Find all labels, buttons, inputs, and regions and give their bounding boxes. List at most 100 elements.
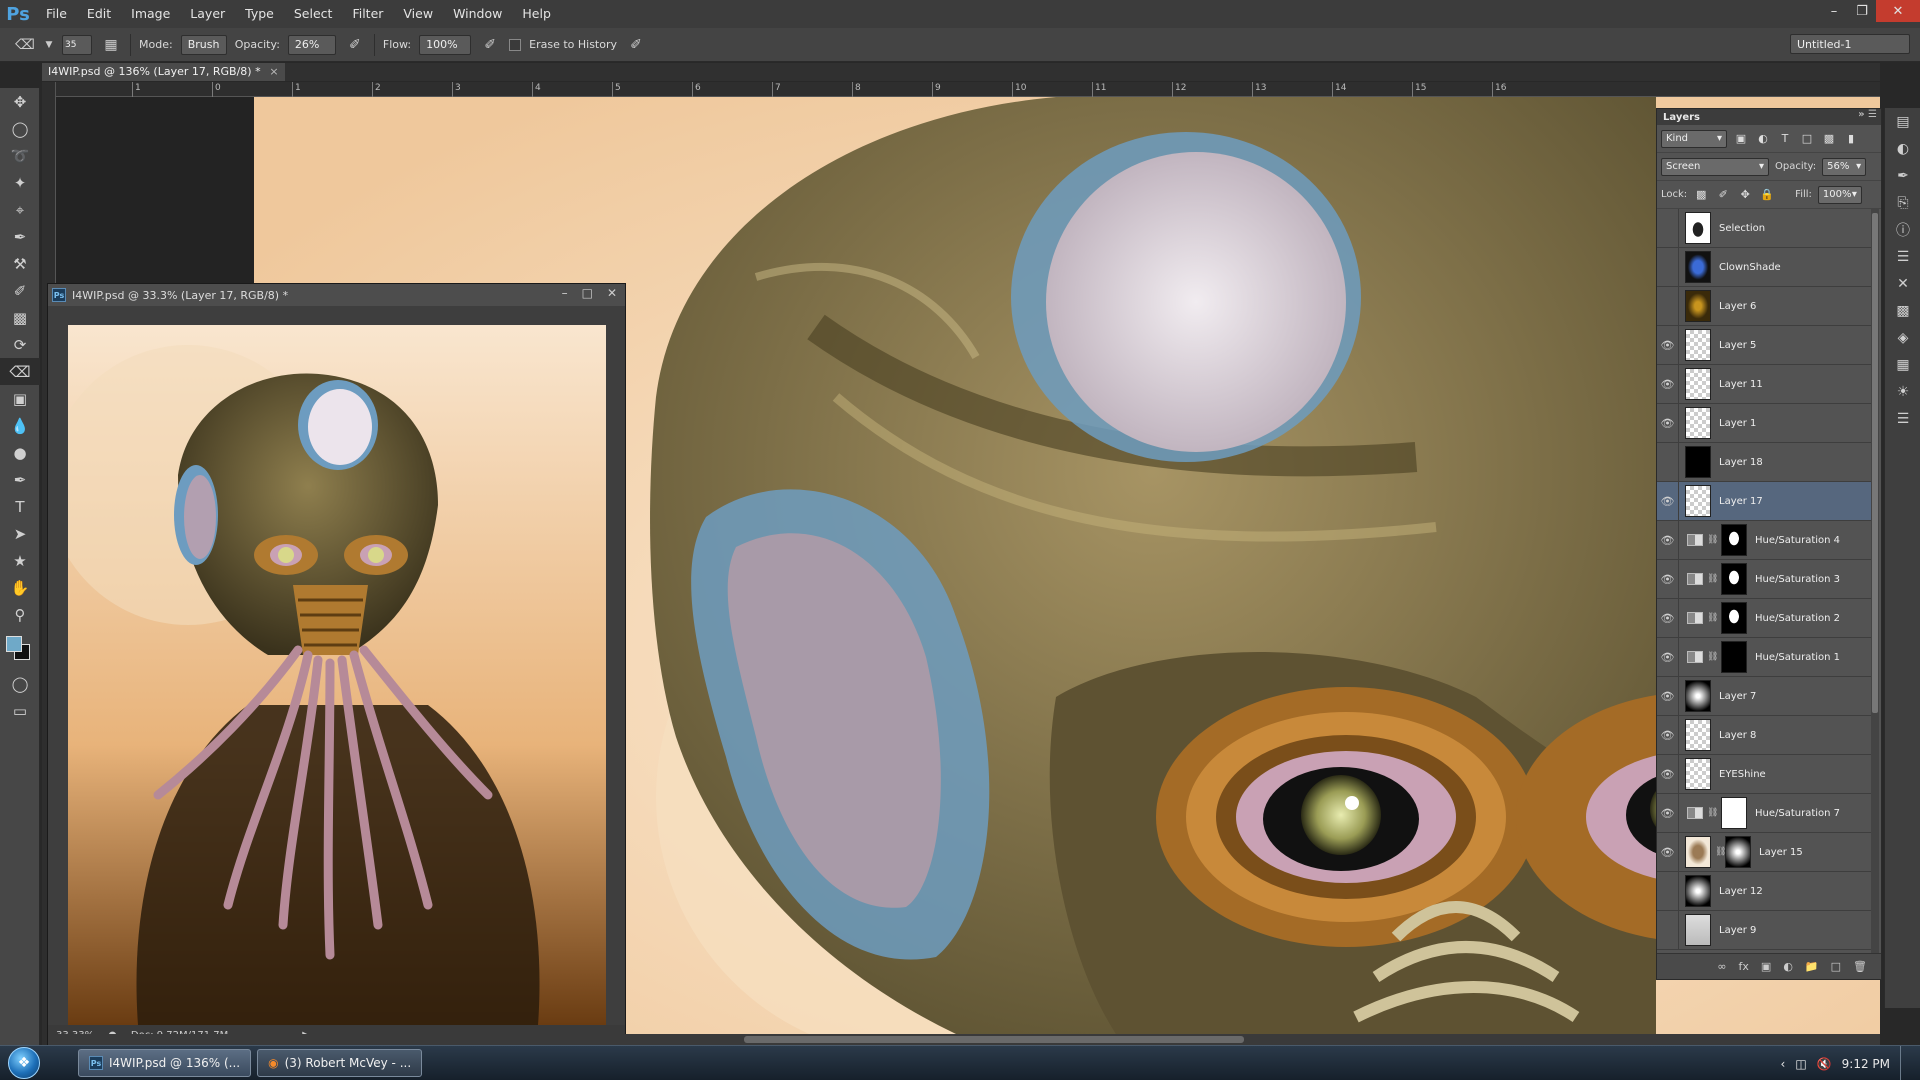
mask-link-icon[interactable]: ⛓ (1707, 574, 1718, 584)
layer-row[interactable]: 👁 Layer 6 (1657, 286, 1871, 326)
menu-file[interactable]: File (36, 0, 77, 28)
layer-row[interactable]: 👁 ⛓ Hue/Saturation 2 (1657, 598, 1871, 638)
layer-thumbnail[interactable] (1685, 368, 1711, 400)
quick-mask-icon[interactable]: ◯ (0, 670, 40, 697)
layer-name[interactable]: Layer 1 (1719, 418, 1756, 429)
blur-tool-icon[interactable]: 💧 (0, 412, 40, 439)
maximize-icon[interactable]: □ (582, 286, 593, 300)
layer-mask-thumbnail[interactable] (1721, 797, 1747, 829)
layer-row[interactable]: 👁 ⛓ Hue/Saturation 4 (1657, 520, 1871, 560)
layer-row[interactable]: 👁 ClownShade (1657, 247, 1871, 287)
zoom-tool-icon[interactable]: ⚲ (0, 601, 40, 628)
eraser-tool-icon[interactable]: ⌫ (0, 358, 40, 385)
visibility-eye-icon[interactable]: 👁 (1657, 754, 1679, 794)
visibility-eye-icon[interactable]: 👁 (1657, 910, 1679, 950)
pressure-opacity-icon[interactable]: ✐ (344, 34, 366, 56)
show-desktop-button[interactable] (1900, 1046, 1910, 1080)
show-hidden-icons-icon[interactable]: ‹ (1781, 1057, 1786, 1071)
layer-row[interactable]: 👁 Layer 5 (1657, 325, 1871, 365)
channels-dock-icon[interactable]: ◐ (1885, 135, 1920, 162)
close-tab-icon[interactable]: × (269, 63, 278, 81)
visibility-eye-icon[interactable]: 👁 (1657, 676, 1679, 716)
visibility-eye-icon[interactable]: 👁 (1657, 364, 1679, 404)
menu-view[interactable]: View (393, 0, 443, 28)
new-group-icon[interactable]: 📁 (1805, 960, 1819, 973)
fill-input[interactable]: 100% ▾ (1817, 185, 1862, 204)
hand-tool-icon[interactable]: ✋ (0, 574, 40, 601)
menu-help[interactable]: Help (512, 0, 561, 28)
layer-thumbnail[interactable] (1685, 485, 1711, 517)
layer-name[interactable]: Layer 12 (1719, 886, 1763, 897)
layer-name[interactable]: Layer 7 (1719, 691, 1756, 702)
lasso-tool-icon[interactable]: ➰ (0, 142, 40, 169)
layer-name[interactable]: Layer 11 (1719, 379, 1763, 390)
layer-row[interactable]: 👁 ⛓ Hue/Saturation 7 (1657, 793, 1871, 833)
menu-select[interactable]: Select (284, 0, 343, 28)
visibility-eye-icon[interactable]: 👁 (1657, 559, 1679, 599)
layer-mask-thumbnail[interactable] (1721, 563, 1747, 595)
layer-name[interactable]: Layer 15 (1759, 847, 1803, 858)
visibility-eye-icon[interactable]: 👁 (1657, 715, 1679, 755)
mask-link-icon[interactable]: ⛓ (1707, 535, 1718, 545)
minimize-icon[interactable]: – (562, 286, 568, 300)
layer-thumbnail[interactable] (1685, 680, 1711, 712)
clone-source-dock-icon[interactable]: ▩ (1885, 297, 1920, 324)
screen-mode-icon[interactable]: ▭ (0, 697, 40, 724)
layer-row[interactable]: 👁 Layer 8 (1657, 715, 1871, 755)
visibility-eye-icon[interactable]: 👁 (1657, 832, 1679, 872)
pressure-size-icon[interactable]: ✐ (625, 34, 647, 56)
brush-size-picker[interactable]: 35 (62, 34, 92, 55)
properties-dock-icon[interactable]: ☰ (1885, 243, 1920, 270)
history-dock-icon[interactable]: ⎘ (1885, 189, 1920, 216)
layer-name[interactable]: Layer 6 (1719, 301, 1756, 312)
close-icon[interactable]: ✕ (607, 286, 617, 300)
layer-name[interactable]: Hue/Saturation 1 (1755, 652, 1840, 663)
layer-thumbnail[interactable] (1685, 758, 1711, 790)
magic-wand-tool-icon[interactable]: ✦ (0, 169, 40, 196)
layer-thumbnail[interactable] (1685, 290, 1711, 322)
visibility-eye-icon[interactable]: 👁 (1657, 481, 1679, 521)
layer-name[interactable]: Layer 17 (1719, 496, 1763, 507)
visibility-eye-icon[interactable]: 👁 (1657, 442, 1679, 482)
gradient-tool-icon[interactable]: ▣ (0, 385, 40, 412)
menu-type[interactable]: Type (235, 0, 284, 28)
visibility-eye-icon[interactable]: 👁 (1657, 403, 1679, 443)
adjustment-filter-icon[interactable]: ◐ (1755, 131, 1771, 147)
layer-name[interactable]: Hue/Saturation 2 (1755, 613, 1840, 624)
layer-mask-thumbnail[interactable] (1721, 641, 1747, 673)
foreground-color[interactable] (6, 636, 22, 652)
layer-opacity-input[interactable]: 56% ▾ (1822, 157, 1867, 176)
layer-thumbnail[interactable] (1685, 446, 1711, 478)
opacity-input[interactable]: 26% (287, 34, 336, 55)
visibility-eye-icon[interactable]: 👁 (1657, 871, 1679, 911)
layer-name[interactable]: Layer 5 (1719, 340, 1756, 351)
layer-thumbnail[interactable] (1685, 329, 1711, 361)
healing-brush-tool-icon[interactable]: ⚒ (0, 250, 40, 277)
visibility-eye-icon[interactable]: 👁 (1657, 209, 1679, 248)
minimize-button[interactable]: – (1820, 0, 1848, 22)
visibility-eye-icon[interactable]: 👁 (1657, 247, 1679, 287)
layer-name[interactable]: Layer 9 (1719, 925, 1756, 936)
visibility-eye-icon[interactable]: 👁 (1657, 286, 1679, 326)
menu-window[interactable]: Window (443, 0, 512, 28)
menu-image[interactable]: Image (121, 0, 180, 28)
workspace-select[interactable]: Untitled-1 (1790, 34, 1910, 54)
layer-list-scrollbar[interactable] (1871, 209, 1879, 953)
floating-canvas[interactable] (68, 325, 606, 1025)
horizontal-scrollbar[interactable] (56, 1034, 1880, 1045)
smart-object-filter-icon[interactable]: ▩ (1821, 131, 1837, 147)
info-dock-icon[interactable]: ⓘ (1885, 216, 1920, 243)
lock-transparent-icon[interactable]: ▩ (1693, 187, 1709, 203)
layers-panel-title[interactable]: Layers (1663, 112, 1700, 123)
layer-mask-thumbnail[interactable] (1721, 602, 1747, 634)
layer-thumbnail[interactable] (1685, 836, 1711, 868)
layer-row[interactable]: 👁 ⛓ Layer 15 (1657, 832, 1871, 872)
document-tab[interactable]: I4WIP.psd @ 136% (Layer 17, RGB/8) * × (42, 63, 285, 81)
styles-dock-icon[interactable]: ☀ (1885, 378, 1920, 405)
layer-row[interactable]: 👁 Layer 18 (1657, 442, 1871, 482)
erase-to-history-checkbox[interactable] (509, 38, 522, 51)
mask-link-icon[interactable]: ⛓ (1707, 808, 1718, 818)
swatches-dock-icon[interactable]: ▦ (1885, 351, 1920, 378)
volume-muted-icon[interactable]: 🔇 (1817, 1057, 1832, 1071)
brush-tool-icon[interactable]: ✐ (0, 277, 40, 304)
